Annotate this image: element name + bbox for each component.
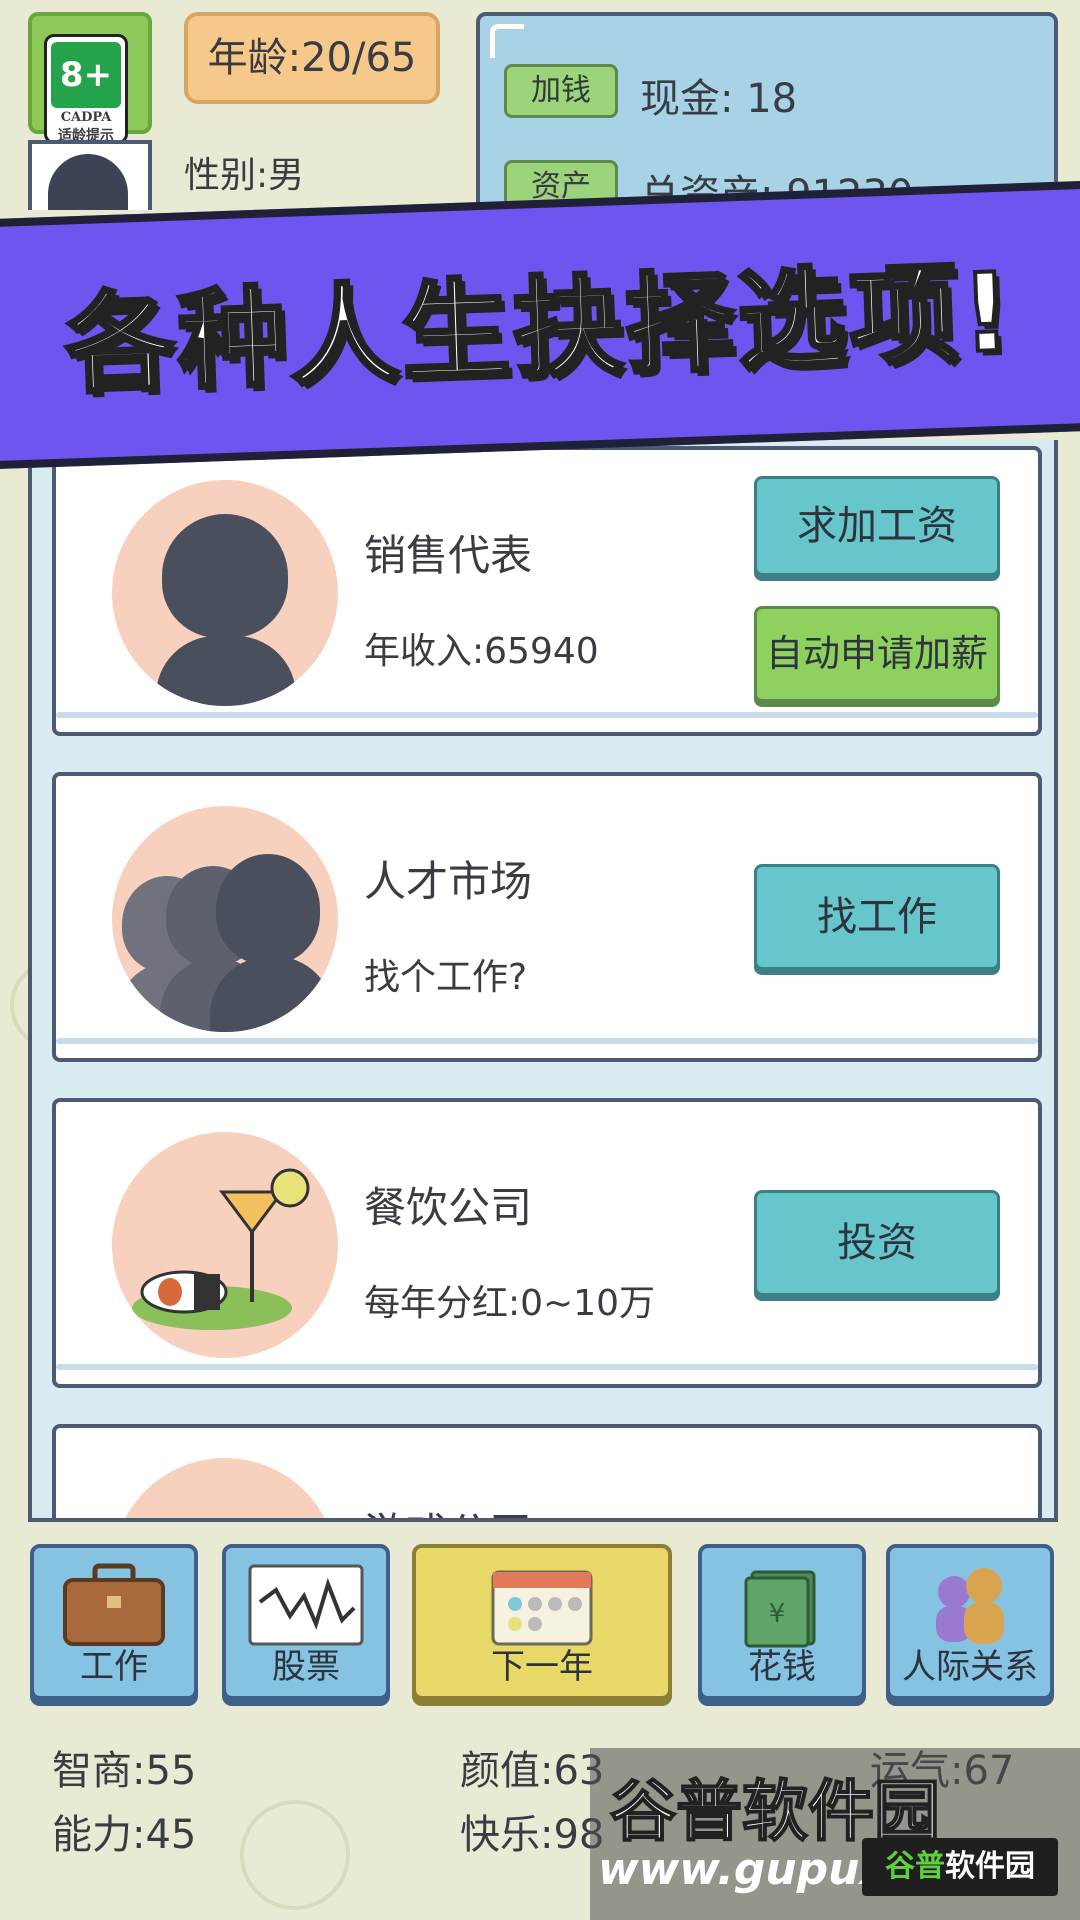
- watermark-logo: 谷普软件园: [862, 1838, 1058, 1896]
- game-company-icon: [112, 1458, 338, 1518]
- find-job-button[interactable]: 找工作: [754, 864, 1000, 970]
- card-title: 游戏公司: [364, 1500, 532, 1518]
- list-item-game-company: 游戏公司: [52, 1424, 1042, 1518]
- option-list[interactable]: 销售代表 年收入:65940 求加工资 自动申请加薪 人才市场 找个工作? 找工…: [28, 440, 1058, 1522]
- happiness-stat: 快乐:98: [460, 1812, 605, 1858]
- age-display: 年龄:20/65: [184, 12, 440, 104]
- avatar-hair: [48, 154, 128, 210]
- card-title: 餐饮公司: [364, 1183, 533, 1232]
- crowd-silhouette-icon: [112, 806, 338, 1032]
- looks-stat: 颜值:63: [460, 1748, 605, 1794]
- invest-button[interactable]: 投资: [754, 1190, 1000, 1296]
- watermark-logo-b: 软件园: [945, 1849, 1035, 1884]
- age-rating-badge[interactable]: 8+ CADPA 适龄提示: [44, 34, 128, 144]
- nav-work-button[interactable]: 工作: [30, 1544, 198, 1700]
- card-title: 销售代表: [364, 531, 533, 580]
- nav-stock-button[interactable]: 股票: [222, 1544, 390, 1700]
- svg-text:¥: ¥: [769, 1599, 786, 1629]
- avatar[interactable]: [28, 140, 152, 210]
- nav-relations-label: 人际关系: [902, 1647, 1038, 1687]
- cocktail-sushi-icon: [112, 1132, 338, 1358]
- card-divider: [56, 1364, 1038, 1370]
- nav-relations-button[interactable]: 人际关系: [886, 1544, 1054, 1700]
- list-item-job: 销售代表 年收入:65940 求加工资 自动申请加薪: [52, 446, 1042, 736]
- gender-label: 性别:男: [184, 155, 305, 196]
- nav-work-label: 工作: [80, 1647, 148, 1687]
- watermark-url: www.gupux: [598, 1844, 888, 1895]
- card-divider: [56, 1038, 1038, 1044]
- auto-raise-button[interactable]: 自动申请加薪: [754, 606, 1000, 702]
- nav-stock-label: 股票: [272, 1647, 340, 1687]
- card-divider: [56, 712, 1038, 718]
- card-subtitle: 找个工作?: [364, 957, 528, 998]
- card-subtitle: 每年分红:0~10万: [364, 1283, 656, 1324]
- card-subtitle: 年收入:65940: [364, 631, 599, 672]
- list-item-restaurant: 餐饮公司 每年分红:0~10万 投资: [52, 1098, 1042, 1388]
- age-rating-org: CADPA: [60, 110, 112, 125]
- nav-spend-button[interactable]: ¥ 花钱: [698, 1544, 866, 1700]
- nav-spend-label: 花钱: [748, 1647, 816, 1687]
- cash-value: 现金: 18: [640, 76, 798, 122]
- ask-raise-button[interactable]: 求加工资: [754, 476, 1000, 576]
- person-silhouette-icon: [112, 480, 338, 706]
- iq-stat: 智商:55: [52, 1748, 197, 1794]
- age-rating-number: 8+: [51, 42, 121, 108]
- watermark-logo-a: 谷普: [885, 1849, 945, 1884]
- list-item-talent-market: 人才市场 找个工作? 找工作: [52, 772, 1042, 1062]
- add-money-button[interactable]: 加钱: [504, 64, 618, 118]
- background-doodle: [240, 1800, 350, 1910]
- ability-stat: 能力:45: [52, 1812, 197, 1858]
- nav-next-year-label: 下一年: [491, 1647, 593, 1687]
- nav-next-year-button[interactable]: 下一年: [412, 1544, 672, 1700]
- panel-highlight: [490, 24, 524, 58]
- card-title: 人才市场: [364, 857, 533, 906]
